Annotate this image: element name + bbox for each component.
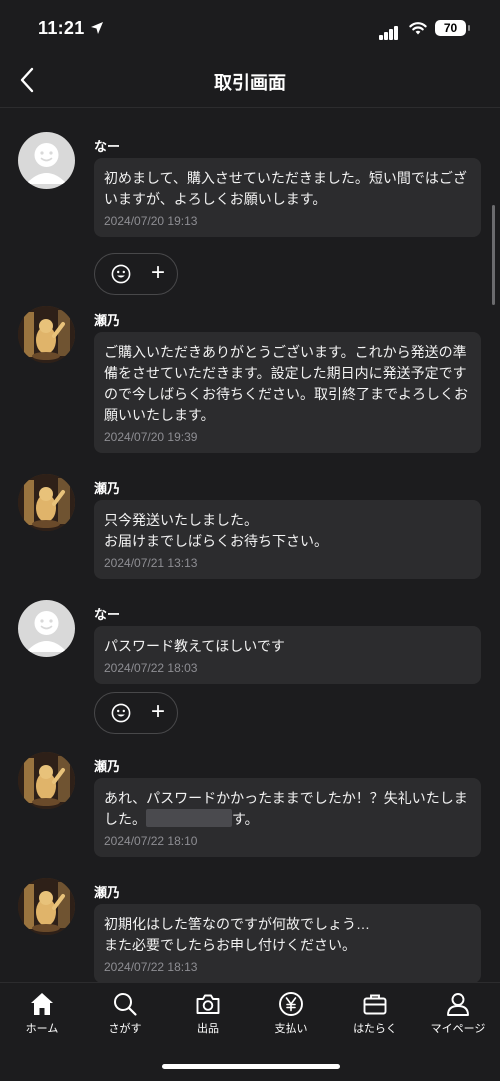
nav-item-home[interactable]: ホーム	[0, 991, 84, 1036]
status-time: 11:21	[38, 18, 85, 38]
nav-item-payment[interactable]: 支払い	[249, 991, 333, 1036]
message-timestamp: 2024/07/21 13:13	[104, 556, 198, 570]
sender-name: 瀬乃	[94, 313, 121, 328]
message-bubble[interactable]: パスワード教えてほしいです 2024/07/22 18:03	[94, 626, 481, 684]
message-text: あれ、パスワードかかったままでしたか！？失礼いたしました。 す。	[104, 788, 472, 830]
message-text-part: す。	[232, 811, 259, 827]
default-avatar[interactable]	[18, 132, 75, 189]
message-timestamp: 2024/07/20 19:13	[104, 214, 198, 228]
message-bubble[interactable]: 初期化はした筈なのですが何故でしょう… また必要でしたらお申し付けください。 2…	[94, 904, 481, 982]
message-bubble[interactable]: あれ、パスワードかかったままでしたか！？失礼いたしました。 す。 2024/07/…	[94, 778, 481, 857]
status-bar: 11:21 70	[0, 0, 500, 56]
redacted-block	[146, 809, 232, 827]
message-text: 初めまして、購入させていただきました。短い間ではございますが、よろしくお願いしま…	[104, 170, 467, 207]
nav-item-work[interactable]: はたらく	[333, 991, 417, 1036]
photo-avatar[interactable]	[18, 878, 75, 935]
nav-label: 出品	[197, 1023, 219, 1035]
message-text: 只今発送いたしました。 お届けまでしばらくお待ち下さい。	[104, 512, 328, 549]
reaction-bar: +	[94, 692, 178, 734]
message-text: パスワード教えてほしいです	[104, 638, 285, 654]
nav-item-mypage[interactable]: マイページ	[416, 991, 500, 1036]
sender-name: なー	[94, 139, 121, 154]
sender-name: 瀬乃	[94, 885, 121, 900]
plus-icon[interactable]: +	[147, 700, 169, 725]
message-list[interactable]: なー 初めまして、購入させていただきました。短い間ではございますが、よろしくお願…	[0, 108, 500, 982]
message-timestamp: 2024/07/22 18:13	[104, 960, 198, 974]
nav-label: 支払い	[274, 1023, 308, 1035]
message-text: ご購入いただきありがとうございます。これから発送の準備をさせていただきます。設定…	[104, 344, 468, 423]
photo-avatar[interactable]	[18, 474, 75, 531]
default-avatar[interactable]	[18, 600, 75, 657]
message-text: 初期化はした筈なのですが何故でしょう… また必要でしたらお申し付けください。	[104, 916, 370, 953]
message-bubble[interactable]: 初めまして、購入させていただきました。短い間ではございますが、よろしくお願いしま…	[94, 158, 481, 237]
cat-figure-avatar-icon	[18, 306, 75, 363]
home-indicator	[162, 1064, 340, 1069]
reaction-bar: +	[94, 253, 178, 295]
battery-level: 70	[443, 21, 458, 35]
header: 取引画面	[0, 56, 500, 108]
message-timestamp: 2024/07/22 18:10	[104, 834, 198, 848]
photo-avatar[interactable]	[18, 306, 75, 363]
smiley-icon[interactable]	[111, 264, 131, 284]
nav-label: はたらく	[353, 1023, 397, 1035]
scrollbar[interactable]	[492, 205, 495, 305]
plus-icon[interactable]: +	[147, 261, 169, 286]
nav-item-sell[interactable]: 出品	[166, 991, 250, 1036]
cat-figure-avatar-icon	[18, 878, 75, 935]
camera-icon	[196, 994, 220, 1014]
message-bubble[interactable]: 只今発送いたしました。 お届けまでしばらくお待ち下さい。 2024/07/21 …	[94, 500, 481, 579]
message-timestamp: 2024/07/22 18:03	[104, 661, 198, 675]
briefcase-icon	[363, 994, 387, 1015]
cat-figure-avatar-icon	[18, 752, 75, 809]
nav-label: ホーム	[25, 1023, 59, 1035]
smiley-icon[interactable]	[111, 703, 131, 723]
sender-name: 瀬乃	[94, 759, 121, 774]
home-icon	[31, 993, 53, 1015]
person-icon	[447, 993, 469, 1016]
nav-item-search[interactable]: さがす	[83, 991, 167, 1036]
battery-indicator: 70	[435, 20, 470, 36]
cellular-signal-icon	[379, 22, 399, 40]
location-arrow-icon	[91, 22, 103, 34]
yen-icon	[279, 992, 303, 1016]
cat-figure-avatar-icon	[18, 474, 75, 531]
message-bubble[interactable]: ご購入いただきありがとうございます。これから発送の準備をさせていただきます。設定…	[94, 332, 481, 453]
nav-label: マイページ	[430, 1023, 486, 1035]
photo-avatar[interactable]	[18, 752, 75, 809]
nav-label: さがす	[108, 1023, 142, 1035]
page-title: 取引画面	[214, 73, 286, 93]
message-timestamp: 2024/07/20 19:39	[104, 430, 198, 444]
default-avatar-icon	[26, 611, 67, 652]
default-avatar-icon	[26, 143, 67, 184]
sender-name: 瀬乃	[94, 481, 121, 496]
search-icon	[114, 993, 137, 1016]
sender-name: なー	[94, 607, 121, 622]
wifi-icon	[409, 22, 427, 35]
